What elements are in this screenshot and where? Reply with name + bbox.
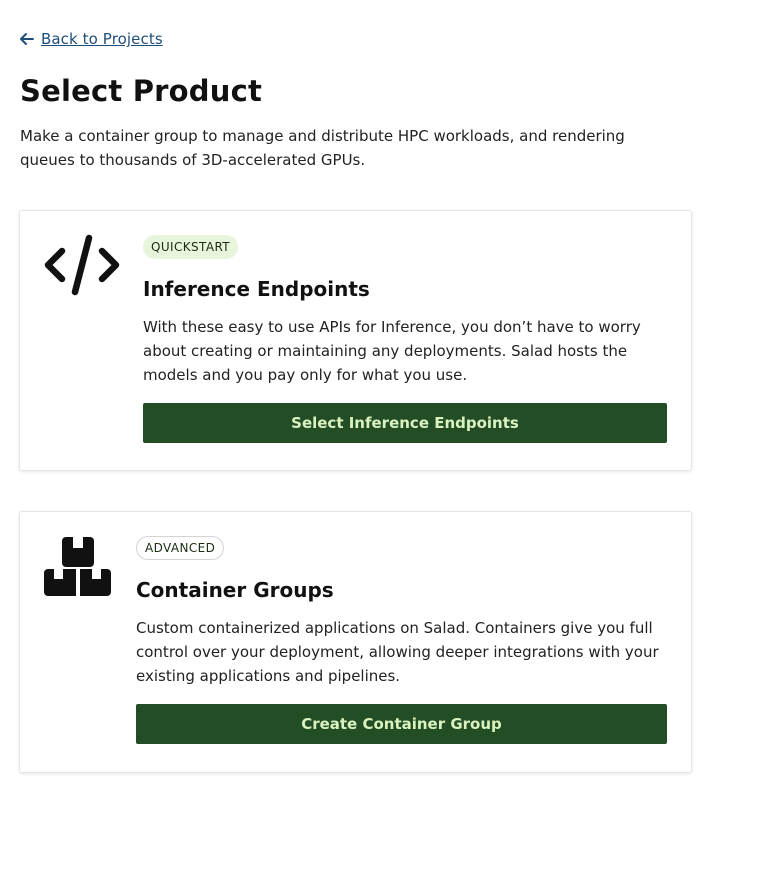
boxes-icon [44, 537, 111, 596]
create-container-group-button[interactable]: Create Container Group [136, 704, 667, 744]
advanced-badge: ADVANCED [136, 536, 225, 560]
product-title: Container Groups [136, 578, 334, 602]
product-card-container-groups: ADVANCED Container Groups Custom contain… [19, 511, 692, 773]
product-description: With these easy to use APIs for Inferenc… [143, 318, 641, 384]
product-description: Custom containerized applications on Sal… [136, 619, 659, 685]
quickstart-badge: QUICKSTART [143, 235, 239, 259]
select-inference-endpoints-button[interactable]: Select Inference Endpoints [143, 403, 667, 443]
page-title: Select Product [20, 74, 263, 108]
product-title: Inference Endpoints [143, 277, 370, 301]
product-card-body: ADVANCED Container Groups Custom contain… [136, 536, 667, 744]
back-to-projects-link[interactable]: Back to Projects [19, 28, 163, 50]
back-link-label: Back to Projects [41, 30, 163, 48]
page-description: Make a container group to manage and dis… [20, 127, 625, 169]
product-card-inference-endpoints: QUICKSTART Inference Endpoints With thes… [19, 210, 692, 471]
arrow-left-icon [20, 33, 34, 45]
code-icon [44, 234, 120, 296]
product-card-body: QUICKSTART Inference Endpoints With thes… [143, 235, 667, 443]
